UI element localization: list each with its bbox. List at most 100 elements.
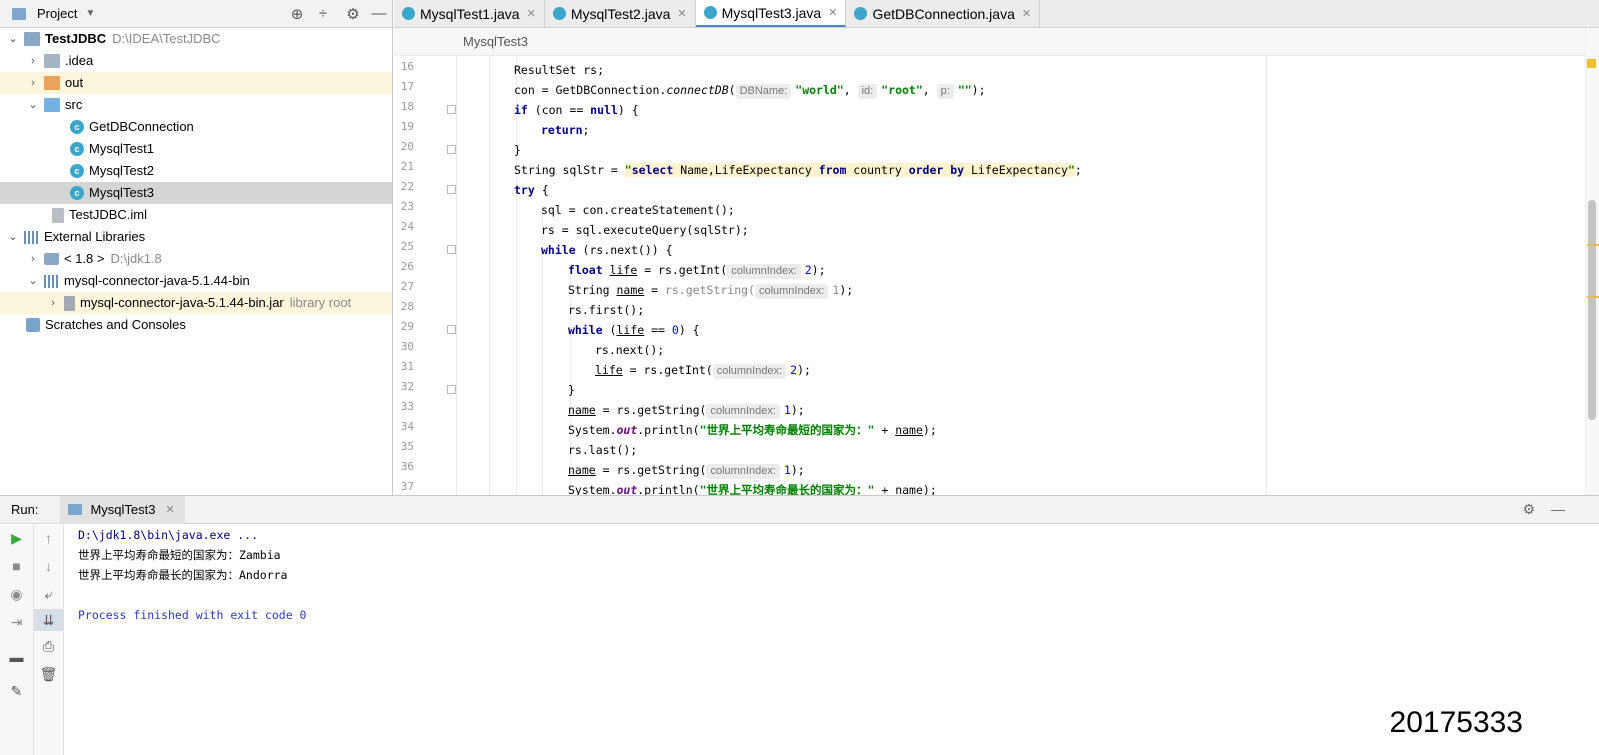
run-config-icon [68,504,83,515]
stop-icon[interactable]: ■ [0,558,33,574]
number-literal: 1 [783,403,791,417]
tree-item-label: GetDBConnection [89,119,194,134]
fold-toggle-icon[interactable] [447,145,456,154]
console-exit-line: Process finished with exit code 0 [78,608,307,622]
line-number: 25 [400,240,414,253]
close-icon[interactable]: ✕ [1022,7,1031,20]
rerun-icon[interactable]: ▶ [0,530,33,547]
code-editor[interactable]: 16 17 18 19 20 21 22 23 24 25 26 27 28 2… [394,56,1599,495]
run-toolbar-primary: ▶ ■ ◉ ⇥ ▬ ✎ [0,525,34,755]
param-hint: id: [857,84,878,99]
variable: life [616,323,645,337]
param-hint: columnIndex: [706,464,780,479]
param-hint: columnIndex: [712,364,787,379]
editor-scrollbar[interactable] [1585,28,1599,495]
tree-item-mysql-connector[interactable]: ⌄ mysql-connector-java-5.1.44-bin [0,270,392,292]
tree-item-mysql-connector-jar[interactable]: › mysql-connector-java-5.1.44-bin.jar li… [0,292,392,314]
print-icon[interactable]: ⎙ [34,638,63,655]
string-literal: " [1067,163,1075,177]
run-toolbar-secondary: ↑ ↓ ⤶ ⇊ ⎙ 🗑 [34,525,64,755]
module-file-icon [52,207,64,223]
console-output[interactable]: D:\jdk1.8\bin\java.exe ... 世界上平均寿命最短的国家为… [78,525,306,625]
library-icon [44,274,59,288]
warning-stripe[interactable] [1587,296,1599,298]
scrollbar-thumb[interactable] [1588,200,1596,420]
close-icon[interactable]: ✕ [527,7,536,20]
soft-wrap-icon[interactable]: ⤶ [34,586,63,603]
tree-item-src[interactable]: ⌄ src [0,94,392,116]
gear-icon[interactable]: ⚙ [340,5,366,23]
tree-item-mysqltest2[interactable]: c MysqlTest2 [0,160,392,182]
pin-icon[interactable]: ✎ [0,683,33,700]
close-icon[interactable]: ✕ [166,503,175,516]
code-text: + [874,423,896,437]
tree-item-mysqltest1[interactable]: c MysqlTest1 [0,138,392,160]
arrow-down-icon[interactable]: ↓ [34,558,63,574]
inspection-status-icon[interactable] [1587,59,1596,68]
close-icon[interactable]: ✕ [828,6,837,19]
chevron-down-icon[interactable]: ⌄ [6,226,20,248]
library-icon [24,230,39,244]
line-number: 19 [400,120,414,133]
tree-item-label: out [65,75,84,90]
tree-item-mysqltest3[interactable]: c MysqlTest3 [0,182,392,204]
console-command-line[interactable]: D:\jdk1.8\bin\java.exe ... [78,525,306,545]
tab-mysqltest2[interactable]: MysqlTest2.java ✕ [544,0,696,27]
code-text: .println( [637,423,700,437]
warning-stripe[interactable] [1587,244,1599,246]
tree-item-testjdbc[interactable]: ⌄ TestJDBC D:\IDEA\TestJDBC [0,28,392,50]
camera-icon[interactable]: ◉ [0,586,33,603]
tab-getdbconnection[interactable]: GetDBConnection.java ✕ [846,0,1041,27]
breadcrumb-item[interactable]: MysqlTest3 [463,34,528,49]
chevron-right-icon[interactable]: › [26,248,40,270]
code-line-16: ResultSet rs; [514,60,604,80]
arrow-up-icon[interactable]: ↑ [34,530,63,546]
gear-icon[interactable]: ⚙ [1522,501,1551,517]
chevron-down-icon[interactable]: ▼ [85,8,95,19]
chevron-right-icon[interactable]: › [26,50,40,72]
scratches-icon [26,318,40,332]
scroll-to-end-icon[interactable]: ⇊ [34,609,63,631]
keyword: while [568,323,603,337]
chevron-down-icon[interactable]: ⌄ [26,94,40,116]
line-number: 27 [400,280,414,293]
code-text: { [534,183,549,197]
chevron-down-icon[interactable]: ⌄ [26,270,40,292]
code-text: System. [568,483,617,495]
close-icon[interactable]: ✕ [677,7,686,20]
tree-item-idea[interactable]: › .idea [0,50,392,72]
tree-item-scratches[interactable]: Scratches and Consoles [0,314,392,336]
chevron-down-icon[interactable]: ⌄ [6,28,20,50]
trash-icon[interactable]: 🗑 [34,666,63,683]
java-class-runnable-icon: c [70,164,84,178]
project-tree: ⌄ TestJDBC D:\IDEA\TestJDBC › .idea › ou… [0,28,392,336]
tree-item-testjdbc-iml[interactable]: TestJDBC.iml [0,204,392,226]
collapse-all-icon[interactable]: ÷ [310,5,336,22]
tree-item-jdk[interactable]: › < 1.8 > D:\jdk1.8 [0,248,392,270]
code-text: = [644,283,665,297]
fold-toggle-icon[interactable] [447,185,456,194]
chevron-right-icon[interactable]: › [46,292,60,314]
tree-item-out[interactable]: › out [0,72,392,94]
locate-icon[interactable]: ⊕ [284,5,310,23]
code-line-18: if (con == null) { [514,100,639,120]
hide-panel-icon[interactable]: — [1551,501,1581,517]
login-icon[interactable]: ⇥ [0,614,33,631]
project-view-title[interactable]: Project [37,6,77,21]
tree-item-external-libraries[interactable]: ⌄ External Libraries [0,226,392,248]
code-line-36: name = rs.getString(columnIndex: 1); [568,460,805,480]
fold-toggle-icon[interactable] [447,385,456,394]
tab-mysqltest1[interactable]: MysqlTest1.java ✕ [394,0,545,27]
static-field: out [616,483,638,495]
tree-item-getdbconnection[interactable]: c GetDBConnection [0,116,392,138]
fold-toggle-icon[interactable] [447,105,456,114]
fold-toggle-icon[interactable] [447,325,456,334]
layout-icon[interactable]: ▬ [0,649,33,665]
fold-toggle-icon[interactable] [447,245,456,254]
keyword: null [590,103,618,117]
run-tab-mysqltest3[interactable]: MysqlTest3 ✕ [60,495,185,524]
tab-mysqltest3[interactable]: MysqlTest3.java ✕ [695,0,847,27]
string-literal: "root" [881,83,923,97]
hide-panel-icon[interactable]: — [366,5,392,22]
chevron-right-icon[interactable]: › [26,72,40,94]
